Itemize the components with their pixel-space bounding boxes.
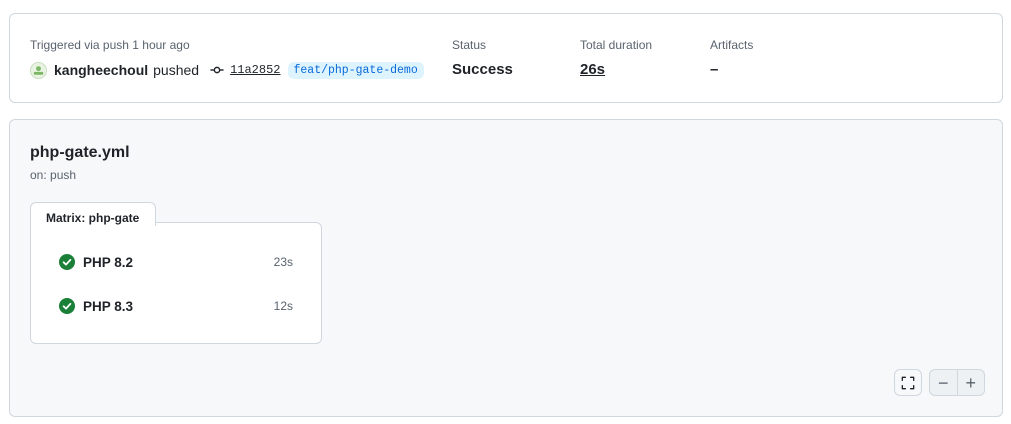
status-section: Status Success xyxy=(452,38,513,78)
job-duration: 23s xyxy=(273,255,293,269)
duration-value-link[interactable]: 26s xyxy=(580,61,652,78)
push-action-text: pushed xyxy=(153,62,200,78)
workflow-graph-panel: php-gate.yml on: push Matrix: php-gate P… xyxy=(9,119,1003,417)
branch-tag[interactable]: feat/php-gate-demo xyxy=(287,61,424,79)
duration-label: Total duration xyxy=(580,38,653,52)
artifacts-value: – xyxy=(710,61,719,78)
run-summary-card: Triggered via push 1 hour ago kangheecho… xyxy=(9,13,1003,103)
job-name: PHP 8.2 xyxy=(83,254,134,270)
trigger-label: Triggered via push 1 hour ago xyxy=(30,38,190,52)
avatar-icon xyxy=(31,62,46,78)
workflow-trigger: on: push xyxy=(30,168,77,182)
commit-sha-link[interactable]: 11a2852 xyxy=(230,63,280,77)
job-name: PHP 8.3 xyxy=(83,298,134,314)
artifacts-section: Artifacts – xyxy=(710,38,753,78)
job-duration: 12s xyxy=(273,299,293,313)
matrix-label: Matrix: php-gate xyxy=(30,202,156,226)
job-row-php-8-3[interactable]: PHP 8.3 12s xyxy=(59,296,293,316)
check-circle-fill-icon xyxy=(59,254,75,270)
git-commit-icon xyxy=(210,63,224,77)
zoom-in-button[interactable]: + xyxy=(956,370,985,395)
duration-section: Total duration 26s xyxy=(580,38,652,78)
user-avatar[interactable] xyxy=(30,61,47,79)
job-row-php-8-2[interactable]: PHP 8.2 23s xyxy=(59,252,293,272)
fullscreen-icon xyxy=(901,376,915,389)
fullscreen-button[interactable] xyxy=(894,369,922,396)
zoom-out-button[interactable]: − xyxy=(930,370,957,395)
workflow-file-name: php-gate.yml xyxy=(30,144,130,161)
check-circle-fill-icon xyxy=(59,298,75,314)
status-value: Success xyxy=(452,61,513,78)
artifacts-label: Artifacts xyxy=(710,38,754,52)
trigger-row: kangheechoul pushed 11a2852 feat/php-gat… xyxy=(30,60,424,80)
zoom-controls: − + xyxy=(929,369,985,396)
matrix-job-group: PHP 8.2 23s PHP 8.3 12s xyxy=(30,222,322,344)
status-label: Status xyxy=(452,38,487,52)
username-link[interactable]: kangheechoul xyxy=(54,62,148,78)
